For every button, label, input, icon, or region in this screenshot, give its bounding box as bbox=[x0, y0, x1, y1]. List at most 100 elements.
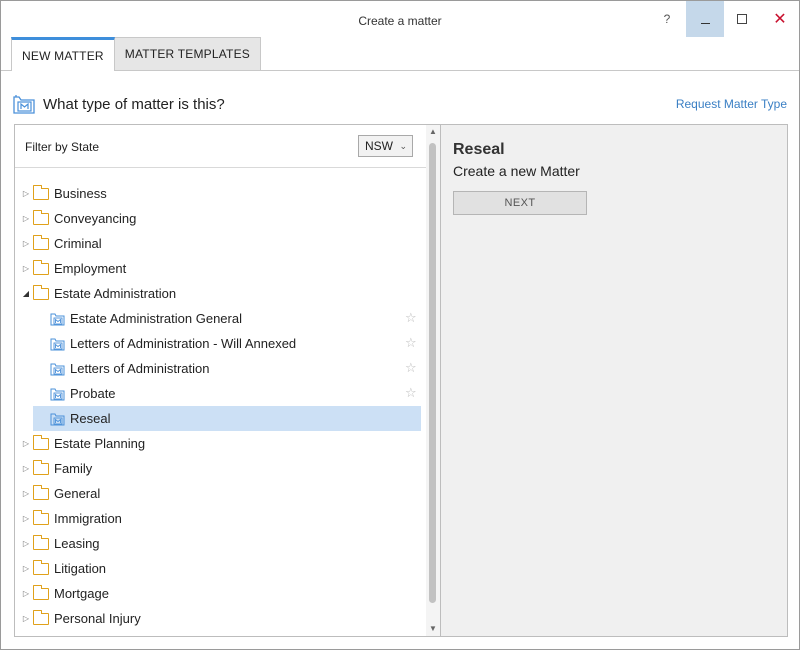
tree-folder-estate-administration[interactable]: ◢ Estate Administration bbox=[15, 281, 426, 306]
tab-divider bbox=[1, 70, 799, 71]
expand-arrow-icon[interactable]: ▷ bbox=[21, 514, 31, 523]
tree-folder-general[interactable]: ▷ General bbox=[15, 481, 426, 506]
tab-bar: NEW MATTER MATTER TEMPLATES bbox=[11, 37, 261, 71]
tree-folder-label: Personal Injury bbox=[54, 611, 141, 626]
matter-type-icon bbox=[50, 388, 65, 400]
expand-arrow-icon[interactable]: ▷ bbox=[21, 564, 31, 573]
tree-item-label: Letters of Administration - Will Annexed bbox=[70, 336, 297, 351]
star-icon[interactable]: ☆ bbox=[405, 360, 417, 376]
matter-type-icon bbox=[50, 363, 65, 375]
tree-item-label: Estate Administration General bbox=[70, 311, 242, 326]
folder-icon bbox=[33, 559, 49, 575]
tree-folder-estate-planning[interactable]: ▷ Estate Planning bbox=[15, 431, 426, 456]
tree-folder-label: Family bbox=[54, 461, 93, 476]
folder-icon bbox=[33, 459, 49, 475]
scroll-thumb[interactable] bbox=[429, 143, 436, 603]
create-matter-window: Create a matter ? ✕ NEW MATTER MATTER TE… bbox=[0, 0, 800, 650]
scroll-down-icon[interactable]: ▼ bbox=[426, 622, 440, 636]
tree-item-label: Probate bbox=[70, 386, 116, 401]
request-matter-type-link[interactable]: Request Matter Type bbox=[676, 97, 787, 111]
tree-item-probate[interactable]: Probate ☆ bbox=[15, 381, 426, 406]
chevron-down-icon: ⌄ bbox=[399, 141, 407, 151]
tree-item-reseal[interactable]: Reseal bbox=[33, 406, 421, 431]
tree-folder-label: Criminal bbox=[54, 236, 102, 251]
tree-folder-label: Conveyancing bbox=[54, 211, 137, 226]
folder-icon bbox=[33, 609, 49, 625]
folder-icon bbox=[33, 234, 49, 250]
tree-item-letters-of-administration-will-annexed[interactable]: Letters of Administration - Will Annexed… bbox=[15, 331, 426, 356]
tab-new-matter[interactable]: NEW MATTER bbox=[11, 37, 115, 71]
filter-label: Filter by State bbox=[25, 140, 100, 154]
folder-icon bbox=[33, 534, 49, 550]
tree-folder-criminal[interactable]: ▷ Criminal bbox=[15, 231, 426, 256]
minimize-icon bbox=[700, 22, 710, 24]
tree-folder-conveyancing[interactable]: ▷ Conveyancing bbox=[15, 206, 426, 231]
matter-type-icon bbox=[50, 338, 65, 350]
tree-folder-business[interactable]: ▷ Business bbox=[15, 181, 426, 206]
scroll-up-icon[interactable]: ▲ bbox=[426, 125, 440, 139]
state-selected-value: NSW bbox=[365, 139, 393, 153]
selected-matter-subtitle: Create a new Matter bbox=[453, 163, 580, 179]
matter-detail-panel: Reseal Create a new Matter NEXT bbox=[441, 124, 788, 637]
tree-folder-label: Litigation bbox=[54, 561, 107, 576]
tree-folder-employment[interactable]: ▷ Employment bbox=[15, 256, 426, 281]
star-icon[interactable]: ☆ bbox=[405, 310, 417, 326]
matter-type-tree: ▷ Business ▷ Conveyancing ▷ Criminal ▷ E… bbox=[15, 181, 426, 631]
folder-icon bbox=[33, 434, 49, 450]
state-select[interactable]: NSW ⌄ bbox=[358, 135, 413, 157]
expand-arrow-icon[interactable]: ▷ bbox=[21, 539, 31, 548]
tree-item-letters-of-administration[interactable]: Letters of Administration ☆ bbox=[15, 356, 426, 381]
folder-icon bbox=[33, 584, 49, 600]
tree-item-estate-administration-general[interactable]: Estate Administration General ☆ bbox=[15, 306, 426, 331]
expand-arrow-icon[interactable]: ▷ bbox=[21, 489, 31, 498]
folder-icon bbox=[33, 184, 49, 200]
collapse-arrow-icon[interactable]: ◢ bbox=[21, 289, 31, 298]
tree-folder-immigration[interactable]: ▷ Immigration bbox=[15, 506, 426, 531]
tree-folder-label: Immigration bbox=[54, 511, 122, 526]
page-title: What type of matter is this? bbox=[43, 95, 225, 113]
expand-arrow-icon[interactable]: ▷ bbox=[21, 264, 31, 273]
maximize-button[interactable] bbox=[723, 1, 761, 37]
help-button[interactable]: ? bbox=[648, 1, 686, 37]
tree-folder-personal-injury[interactable]: ▷ Personal Injury bbox=[15, 606, 426, 631]
tree-item-label: Letters of Administration bbox=[70, 361, 210, 376]
title-bar: Create a matter ? ✕ bbox=[1, 1, 799, 37]
tree-folder-label: Leasing bbox=[54, 536, 100, 551]
tree-item-label: Reseal bbox=[70, 411, 111, 426]
tree-folder-family[interactable]: ▷ Family bbox=[15, 456, 426, 481]
expand-arrow-icon[interactable]: ▷ bbox=[21, 439, 31, 448]
close-button[interactable]: ✕ bbox=[761, 1, 799, 37]
tree-folder-label: Estate Planning bbox=[54, 436, 146, 451]
tab-matter-templates[interactable]: MATTER TEMPLATES bbox=[113, 37, 261, 70]
expand-arrow-icon[interactable]: ▷ bbox=[21, 214, 31, 223]
folder-icon bbox=[33, 284, 49, 300]
star-icon[interactable]: ☆ bbox=[405, 385, 417, 401]
matter-type-panel: Filter by State NSW ⌄ ▷ Business ▷ Conve… bbox=[14, 124, 441, 637]
maximize-icon bbox=[737, 14, 747, 24]
folder-icon bbox=[33, 509, 49, 525]
tree-folder-label: Employment bbox=[54, 261, 127, 276]
expand-arrow-icon[interactable]: ▷ bbox=[21, 189, 31, 198]
next-button[interactable]: NEXT bbox=[453, 191, 587, 215]
folder-icon bbox=[33, 209, 49, 225]
selected-matter-title: Reseal bbox=[453, 141, 505, 158]
expand-arrow-icon[interactable]: ▷ bbox=[21, 614, 31, 623]
page-header: What type of matter is this? bbox=[13, 93, 225, 115]
tree-scrollbar[interactable]: ▲ ▼ bbox=[426, 125, 440, 636]
matter-type-icon bbox=[13, 95, 35, 114]
folder-icon bbox=[33, 484, 49, 500]
matter-type-icon bbox=[50, 413, 65, 425]
star-icon[interactable]: ☆ bbox=[405, 335, 417, 351]
tree-folder-label: Estate Administration bbox=[54, 286, 177, 301]
expand-arrow-icon[interactable]: ▷ bbox=[21, 464, 31, 473]
minimize-button[interactable] bbox=[686, 1, 724, 37]
tree-folder-label: Mortgage bbox=[54, 586, 109, 601]
tree-folder-label: Business bbox=[54, 186, 107, 201]
tree-folder-mortgage[interactable]: ▷ Mortgage bbox=[15, 581, 426, 606]
expand-arrow-icon[interactable]: ▷ bbox=[21, 589, 31, 598]
folder-icon bbox=[33, 259, 49, 275]
matter-type-icon bbox=[50, 313, 65, 325]
tree-folder-leasing[interactable]: ▷ Leasing bbox=[15, 531, 426, 556]
tree-folder-litigation[interactable]: ▷ Litigation bbox=[15, 556, 426, 581]
expand-arrow-icon[interactable]: ▷ bbox=[21, 239, 31, 248]
